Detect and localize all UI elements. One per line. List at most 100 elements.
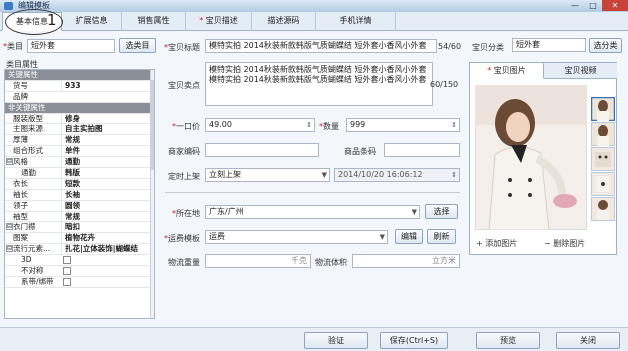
property-row[interactable]: 袖长 长袖 (5, 189, 154, 201)
property-value[interactable]: 自主实拍图 (61, 124, 154, 135)
title-input[interactable]: 模特实拍 2014秋装新款韩版气质蝴蝶结 短外套小香风小外套 (205, 39, 437, 53)
property-value[interactable]: 常规 (61, 135, 154, 146)
close-window-button[interactable]: ✕ (602, 0, 628, 11)
property-value[interactable]: 单件 (61, 146, 154, 157)
property-row[interactable]: ⊟ 风格 通勤 (5, 157, 154, 169)
verify-button[interactable]: 验证 (304, 332, 368, 349)
schedule-label: 定时上架 (168, 172, 200, 181)
schedule-value: 立刻上架 (209, 170, 241, 179)
scroll-thumb[interactable] (151, 80, 154, 170)
location-select[interactable]: 广东/广州 ▼ (205, 205, 420, 219)
delete-picture-button[interactable]: − 删除图片 (544, 238, 585, 249)
property-value[interactable]: 长袖 (61, 189, 154, 200)
property-value[interactable]: 植物花卉 (61, 233, 154, 244)
choose-location-button[interactable]: 选择 (425, 204, 458, 219)
property-value[interactable]: 通勤 (61, 157, 154, 168)
tab-item-description[interactable]: * 宝贝描述 (186, 12, 252, 31)
property-key: 厚薄 (13, 135, 28, 145)
freight-template-label: *运费模板 (164, 234, 200, 243)
property-key: 袖长 (13, 189, 28, 199)
property-value[interactable]: 暗扣 (61, 222, 154, 233)
title-char-count: 54/60 (438, 42, 462, 51)
shop-category-input[interactable]: 短外套 (512, 38, 586, 52)
preview-button[interactable]: 预览 (476, 332, 540, 349)
property-row[interactable]: ⊟ 流行元素... 扎花|立体装饰|蝴蝶结 (5, 244, 154, 256)
volume-input[interactable]: 立方米 (352, 254, 460, 268)
thumbnail-image[interactable] (591, 97, 615, 121)
thumbnail-image[interactable] (591, 172, 615, 196)
property-value[interactable]: 短款 (61, 178, 154, 189)
properties-section-header: 非关键属性 (5, 102, 154, 114)
collapse-toggle-icon[interactable]: ⊟ (6, 223, 13, 231)
property-row[interactable]: 组合形式 单件 (5, 146, 154, 158)
merchant-code-input[interactable] (205, 143, 319, 157)
barcode-input[interactable] (384, 143, 460, 157)
spin-arrows-icon[interactable]: ⇕ (306, 119, 312, 131)
category-input[interactable]: 短外套 (27, 39, 115, 53)
schedule-time-value: 2014/10/20 16:06:12 (338, 170, 423, 179)
schedule-select[interactable]: 立刻上架 ▼ (205, 168, 330, 182)
properties-scrollbar[interactable] (150, 70, 154, 318)
property-row[interactable]: 图案 植物花卉 (5, 233, 154, 245)
thumbnail-image[interactable] (591, 147, 615, 171)
quantity-input[interactable]: 999 ⇕ (346, 118, 460, 132)
property-value[interactable]: 圆领 (61, 200, 154, 211)
selling-point-textarea[interactable]: 模特实拍 2014秋装新款韩版气质蝴蝶结 短外套小香风小外套模特实拍 2014秋… (205, 62, 433, 106)
save-button[interactable]: 保存(Ctrl+S) (380, 332, 448, 349)
picture-panel: * 宝贝图片 宝贝视频 + 添加图片 − 删除图片 (469, 62, 617, 255)
thumbnail-image[interactable] (591, 122, 615, 146)
property-checkbox[interactable] (63, 277, 71, 286)
property-checkbox[interactable] (63, 267, 71, 276)
collapse-toggle-icon[interactable]: ⊟ (6, 245, 13, 253)
required-mark: * (487, 66, 492, 75)
thumbnail-image[interactable] (591, 197, 615, 221)
property-value[interactable]: 扎花|立体装饰|蝴蝶结 (61, 244, 154, 255)
tab-item-video[interactable]: 宝贝视频 (544, 63, 617, 79)
barcode-label: 商品条码 (344, 147, 376, 156)
weight-input[interactable]: 千克 (205, 254, 311, 268)
property-checkbox[interactable] (63, 256, 71, 265)
edit-freight-button[interactable]: 编辑 (395, 229, 423, 244)
tab-item-images[interactable]: * 宝贝图片 (470, 63, 544, 79)
minimize-button[interactable]: — (566, 0, 584, 11)
tab-description-source[interactable]: 描述源码 (252, 12, 316, 31)
property-row[interactable]: 品牌 (5, 92, 154, 103)
category-properties-grid[interactable]: 关键属性 货号 933 品牌 非关键属性 服装版型 修身 主图来源 自主实拍图 厚薄 常规 组合形式单… (4, 69, 155, 319)
main-product-image[interactable] (475, 85, 587, 230)
property-value[interactable]: 933 (61, 80, 154, 91)
chevron-down-icon[interactable]: ▼ (412, 206, 417, 218)
property-row[interactable]: 领子 圆领 (5, 200, 154, 212)
property-row[interactable]: 袖型 常规 (5, 211, 154, 223)
chevron-down-icon[interactable]: ▼ (380, 231, 385, 243)
tab-sales-attributes[interactable]: 销售属性 (122, 12, 186, 31)
property-value[interactable]: 常规 (61, 211, 154, 222)
refresh-freight-button[interactable]: 刷新 (427, 229, 456, 244)
property-row[interactable]: 厚薄 常规 (5, 135, 154, 147)
property-value[interactable]: 韩版 (61, 168, 154, 179)
property-row[interactable]: 服装版型 修身 (5, 113, 154, 125)
select-shop-category-button[interactable]: 选分类 (589, 38, 622, 53)
property-row[interactable]: 衣长 短款 (5, 178, 154, 190)
property-row[interactable]: 通勤 韩版 (5, 168, 154, 179)
close-button[interactable]: 关闭 (556, 332, 620, 349)
property-row[interactable]: 3D (5, 255, 154, 267)
price-input[interactable]: 49.00 ⇕ (205, 118, 315, 132)
property-row[interactable]: 系带/绑带 (5, 277, 154, 288)
tab-label: 宝贝图片 (493, 66, 526, 75)
property-value[interactable]: 修身 (61, 113, 154, 124)
select-category-button[interactable]: 选类目 (119, 38, 156, 53)
tab-mobile-details[interactable]: 手机详情 (316, 12, 396, 31)
tab-extended-info[interactable]: 扩展信息 (62, 12, 122, 31)
collapse-toggle-icon[interactable]: ⊟ (6, 158, 13, 166)
freight-template-select[interactable]: 运费 ▼ (205, 230, 388, 244)
maximize-button[interactable]: □ (584, 0, 602, 11)
property-row[interactable]: 不对称 (5, 266, 154, 277)
schedule-time-input: 2014/10/20 16:06:12 ⇕ (334, 168, 460, 182)
property-row[interactable]: 货号 933 (5, 80, 154, 92)
chevron-down-icon[interactable]: ▼ (322, 169, 327, 181)
property-row[interactable]: 主图来源 自主实拍图 (5, 124, 154, 136)
add-picture-button[interactable]: + 添加图片 (476, 238, 517, 249)
price-value: 49.00 (209, 120, 232, 129)
spin-arrows-icon[interactable]: ⇕ (451, 119, 457, 131)
property-row[interactable]: ⊟ 衣门襟 暗扣 (5, 222, 154, 234)
